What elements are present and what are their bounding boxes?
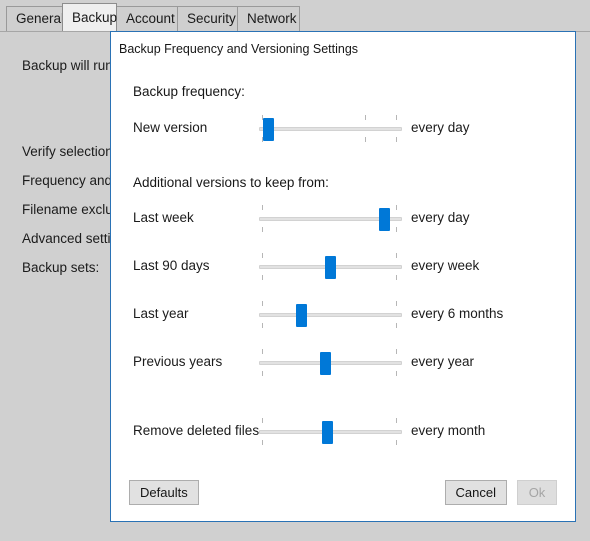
slider-new-version[interactable] — [259, 111, 402, 145]
slider-row-new-version: New version every day — [111, 111, 577, 145]
slider-label-last-year: Last year — [133, 306, 189, 321]
backup-frequency-dialog: Backup Frequency and Versioning Settings… — [110, 31, 576, 522]
slider-tick — [396, 301, 397, 306]
slider-tick — [396, 275, 397, 280]
slider-row-remove-deleted-files: Remove deleted files every month — [111, 414, 577, 448]
slider-tick — [396, 440, 397, 445]
slider-tick — [396, 253, 397, 258]
slider-thumb-last-90-days[interactable] — [325, 256, 336, 279]
background-label: Verify selection — [22, 144, 113, 159]
slider-label-last-week: Last week — [133, 210, 194, 225]
slider-label-new-version: New version — [133, 120, 208, 135]
slider-thumb-last-year[interactable] — [296, 304, 307, 327]
slider-thumb-previous-years[interactable] — [320, 352, 331, 375]
slider-tick — [396, 137, 397, 142]
background-label: Advanced settin — [22, 231, 119, 246]
slider-tick — [396, 205, 397, 210]
slider-value-new-version: every day — [411, 120, 470, 135]
tab-security[interactable]: Security — [177, 6, 238, 31]
slider-tick — [262, 227, 263, 232]
slider-tick — [262, 205, 263, 210]
slider-tick — [396, 349, 397, 354]
tab-network[interactable]: Network — [237, 6, 300, 31]
slider-tick — [262, 418, 263, 423]
slider-thumb-last-week[interactable] — [379, 208, 390, 231]
slider-last-90-days[interactable] — [259, 249, 402, 283]
slider-label-previous-years: Previous years — [133, 354, 223, 369]
slider-tick — [396, 371, 397, 376]
slider-value-previous-years: every year — [411, 354, 475, 369]
slider-tick — [262, 323, 263, 328]
slider-label-last-90-days: Last 90 days — [133, 258, 210, 273]
ok-button[interactable]: Ok — [517, 480, 557, 505]
slider-tick — [396, 227, 397, 232]
slider-value-remove-deleted-files: every month — [411, 423, 486, 438]
slider-previous-years[interactable] — [259, 345, 402, 379]
slider-tick — [365, 137, 366, 142]
background-label: Backup sets: — [22, 260, 100, 275]
slider-tick — [262, 371, 263, 376]
slider-tick — [396, 418, 397, 423]
slider-track[interactable] — [259, 127, 402, 131]
slider-last-week[interactable] — [259, 201, 402, 235]
slider-remove-deleted-files[interactable] — [259, 414, 402, 448]
cancel-button[interactable]: Cancel — [444, 480, 507, 505]
slider-value-last-week: every day — [411, 210, 470, 225]
slider-value-last-90-days: every week — [411, 258, 480, 273]
slider-tick — [396, 115, 397, 120]
slider-tick — [262, 275, 263, 280]
tab-general[interactable]: General — [6, 6, 64, 31]
slider-row-previous-years: Previous years every year — [111, 345, 577, 379]
slider-last-year[interactable] — [259, 297, 402, 331]
slider-value-last-year: every 6 months — [411, 306, 504, 321]
slider-tick — [262, 440, 263, 445]
background-label: Backup will run — [22, 58, 113, 73]
slider-tick — [365, 115, 366, 120]
background-label: Filename exclu — [22, 202, 113, 217]
tab-strip: General Backup Account Security Network — [0, 0, 590, 32]
tab-backup[interactable]: Backup — [62, 3, 117, 31]
slider-tick — [396, 323, 397, 328]
slider-row-last-90-days: Last 90 days every week — [111, 249, 577, 283]
tab-account[interactable]: Account — [116, 6, 178, 31]
slider-thumb-remove-deleted-files[interactable] — [322, 421, 333, 444]
background-label: Frequency and — [22, 173, 113, 188]
slider-tick — [262, 349, 263, 354]
section-heading: Backup frequency: — [133, 84, 245, 99]
slider-track[interactable] — [259, 313, 402, 317]
section-heading: Additional versions to keep from: — [133, 175, 329, 190]
slider-row-last-week: Last week every day — [111, 201, 577, 235]
defaults-button[interactable]: Defaults — [129, 480, 199, 505]
slider-label-remove-deleted-files: Remove deleted files — [133, 423, 260, 438]
slider-thumb-new-version[interactable] — [263, 118, 274, 141]
slider-row-last-year: Last year every 6 months — [111, 297, 577, 331]
dialog-title: Backup Frequency and Versioning Settings — [119, 42, 359, 56]
slider-tick — [262, 253, 263, 258]
slider-tick — [262, 301, 263, 306]
